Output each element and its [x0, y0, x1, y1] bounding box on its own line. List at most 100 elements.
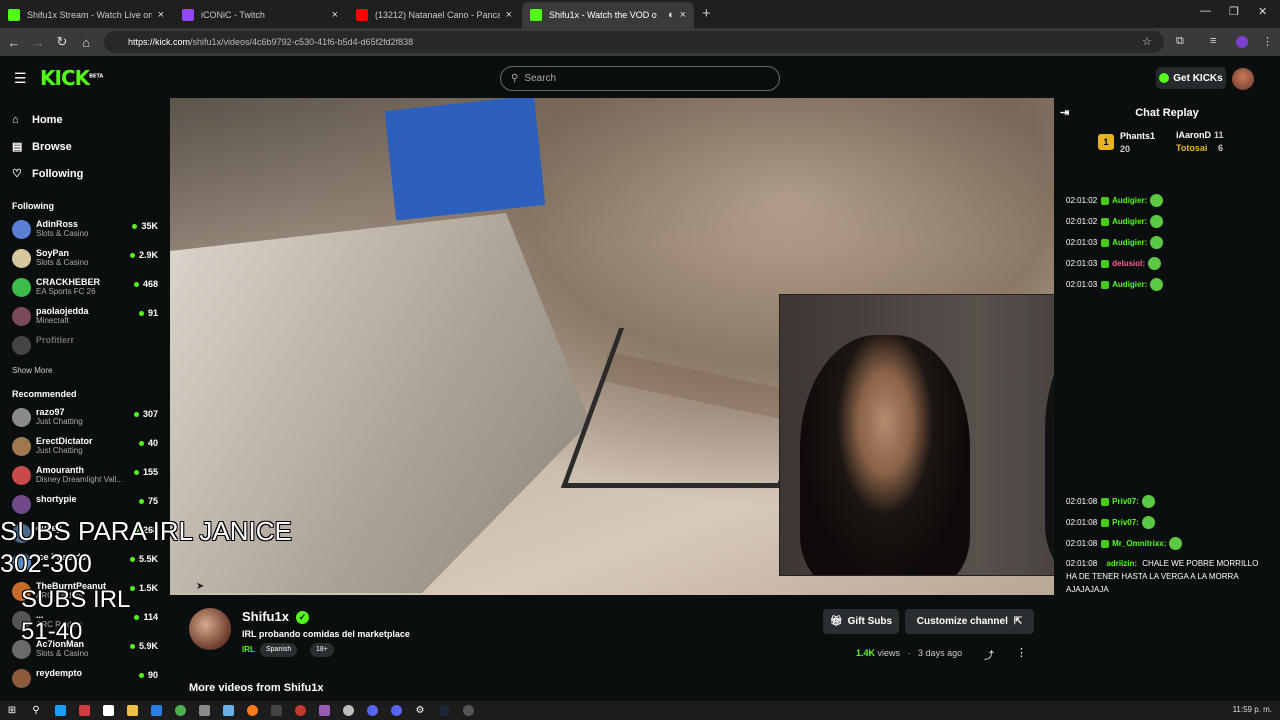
leader-name[interactable]: Totosai — [1176, 143, 1207, 153]
chat-user[interactable]: Audigier: — [1112, 280, 1147, 289]
settings-icon[interactable]: ⚙ — [408, 701, 432, 720]
customize-channel-button[interactable]: Customize channel ⇱ — [905, 609, 1034, 634]
forward-icon[interactable]: → — [26, 35, 50, 50]
chat-user[interactable]: Priv07: — [1112, 518, 1139, 527]
app-icon[interactable] — [120, 701, 144, 720]
gift-subs-button[interactable]: 🎁︎ Gift Subs — [823, 609, 899, 634]
chat-user[interactable]: Audigier: — [1112, 238, 1147, 247]
sidebar-nav-home[interactable]: ⌂ Home — [0, 106, 168, 133]
viewer-count: 468 — [134, 279, 158, 289]
leader-name[interactable]: iAaronD — [1176, 130, 1211, 140]
tab-title: Shifu1x - Watch the VOD o — [549, 10, 657, 20]
app-icon[interactable] — [72, 701, 96, 720]
app-icon[interactable] — [240, 701, 264, 720]
discord-icon[interactable] — [360, 701, 384, 720]
chat-user[interactable]: delusiol: — [1112, 259, 1145, 268]
steam-icon[interactable] — [432, 701, 456, 720]
app-icon[interactable] — [96, 701, 120, 720]
kick-favicon-icon — [530, 9, 542, 21]
close-window-icon[interactable]: ✕ — [1258, 5, 1267, 18]
reload-icon[interactable]: ↻ — [50, 34, 74, 50]
person-left — [800, 335, 970, 575]
search-input[interactable]: ⚲ Search — [500, 66, 780, 91]
close-tab-icon[interactable]: × — [680, 9, 686, 21]
sidebar-channel[interactable]: paolaojedda Minecraft 91 — [0, 302, 168, 331]
discord-icon[interactable] — [384, 701, 408, 720]
extensions-icon[interactable]: ⧉ — [1176, 35, 1184, 48]
app-icon[interactable] — [144, 701, 168, 720]
tag-age[interactable]: 18+ — [310, 643, 334, 657]
app-icon[interactable] — [288, 701, 312, 720]
browser-tab[interactable]: Shifu1x Stream - Watch Live on × — [0, 2, 172, 28]
chrome-icon[interactable] — [168, 701, 192, 720]
close-tab-icon[interactable]: × — [332, 9, 338, 21]
browser-tab-active[interactable]: Shifu1x - Watch the VOD o ◖ × — [522, 2, 694, 28]
viewer-count: 75 — [139, 496, 158, 506]
close-tab-icon[interactable]: × — [158, 9, 164, 21]
channel-name: ErectDictator — [36, 436, 93, 446]
sidebar-channel[interactable]: SoyPan Slots & Casino 2.9K — [0, 244, 168, 273]
kick-page: ☰ KICKBETA ⚲ Search Get KICKs ⌂ Home ▤ Bro… — [0, 56, 1280, 701]
minimize-icon[interactable]: — — [1200, 5, 1211, 17]
restore-icon[interactable]: ❐ — [1229, 5, 1239, 18]
chat-user[interactable]: Priv07: — [1112, 497, 1139, 506]
browser-tab[interactable]: iCONiC - Twitch × — [174, 2, 346, 28]
more-options-icon[interactable]: ⋮ — [1016, 646, 1027, 659]
sidebar-channel[interactable]: CRACKHEBER EA Sports FC 26 468 — [0, 273, 168, 302]
sidebar-channel[interactable]: reydempto 90 — [0, 664, 168, 693]
sub-badge-icon — [1101, 217, 1110, 226]
stream-category[interactable]: IRL — [242, 645, 255, 654]
sidebar-channel[interactable]: shortypie 75 — [0, 490, 168, 519]
leader-name[interactable]: Phants1 — [1120, 131, 1155, 141]
sidebar-channel[interactable]: Amouranth Disney Dreamlight Vall... 155 — [0, 461, 168, 490]
sidebar-nav-browse[interactable]: ▤ Browse — [0, 133, 168, 160]
streamer-avatar[interactable] — [189, 608, 231, 650]
sidebar-channel[interactable]: razo97 Just Chatting 307 — [0, 403, 168, 432]
sidebar-channel[interactable]: AdinRoss Slots & Casino 35K — [0, 215, 168, 244]
back-icon[interactable]: ← — [2, 35, 26, 50]
bookmark-star-icon[interactable]: ☆ — [1142, 35, 1152, 48]
channel-category: Slots & Casino — [36, 229, 89, 238]
sidebar-nav-following[interactable]: ♡ Following — [0, 160, 168, 187]
sidebar-channel[interactable]: ErectDictator Just Chatting 40 — [0, 432, 168, 461]
media-icon[interactable]: ≡ — [1210, 35, 1216, 47]
emote-icon — [1150, 278, 1164, 291]
start-icon[interactable]: ⊞ — [0, 701, 24, 720]
profile-icon[interactable] — [1236, 36, 1248, 48]
chat-user[interactable]: Audigier: — [1112, 217, 1147, 226]
chat-user[interactable]: adriizin: — [1106, 559, 1137, 568]
share-icon[interactable]: ⤴ — [984, 647, 994, 662]
hamburger-menu-icon[interactable]: ☰ — [14, 70, 27, 87]
menu-dots-icon[interactable]: ⋮ — [1262, 35, 1273, 48]
sub-badge-icon — [1101, 280, 1110, 289]
video-player[interactable]: ➤ — [170, 98, 1054, 595]
audio-icon[interactable]: ◖ — [667, 9, 674, 21]
views-label: views — [877, 648, 901, 658]
chat-user[interactable]: Mr_Omnitrixx: — [1112, 539, 1166, 548]
sidebar-channel[interactable]: Profitierr — [0, 331, 168, 360]
home-browser-icon[interactable]: ⌂ — [74, 35, 98, 50]
browser-tab[interactable]: (13212) Natanael Cano - Panca × — [348, 2, 520, 28]
system-clock: 11:59 p. m. — [1232, 705, 1272, 714]
os-taskbar: ⊞ ⚲ ⚙ 11:59 p. m. — [0, 701, 1280, 720]
search-taskbar-icon[interactable]: ⚲ — [24, 701, 48, 720]
new-tab-icon[interactable]: + — [696, 2, 717, 28]
user-avatar[interactable] — [1232, 68, 1254, 90]
kick-logo[interactable]: KICKBETA — [40, 66, 103, 90]
app-icon[interactable] — [312, 701, 336, 720]
show-more-button[interactable]: Show More — [0, 366, 168, 375]
app-icon[interactable] — [336, 701, 360, 720]
app-icon[interactable] — [456, 701, 480, 720]
tag-language[interactable]: Spanish — [260, 643, 298, 657]
streamer-name[interactable]: Shifu1x — [242, 609, 289, 624]
app-icon[interactable] — [192, 701, 216, 720]
app-icon[interactable] — [48, 701, 72, 720]
app-icon[interactable] — [216, 701, 240, 720]
url-field[interactable]: https://kick.com/shifu1x/videos/4c6b9792… — [104, 31, 1164, 53]
video-stats: 1.4K views · 3 days ago — [856, 648, 963, 658]
close-tab-icon[interactable]: × — [506, 9, 512, 21]
collapse-chat-icon[interactable]: ⇥ — [1060, 106, 1069, 119]
chat-user[interactable]: Audigier: — [1112, 196, 1147, 205]
app-icon[interactable] — [264, 701, 288, 720]
get-kicks-button[interactable]: Get KICKs — [1156, 67, 1226, 89]
